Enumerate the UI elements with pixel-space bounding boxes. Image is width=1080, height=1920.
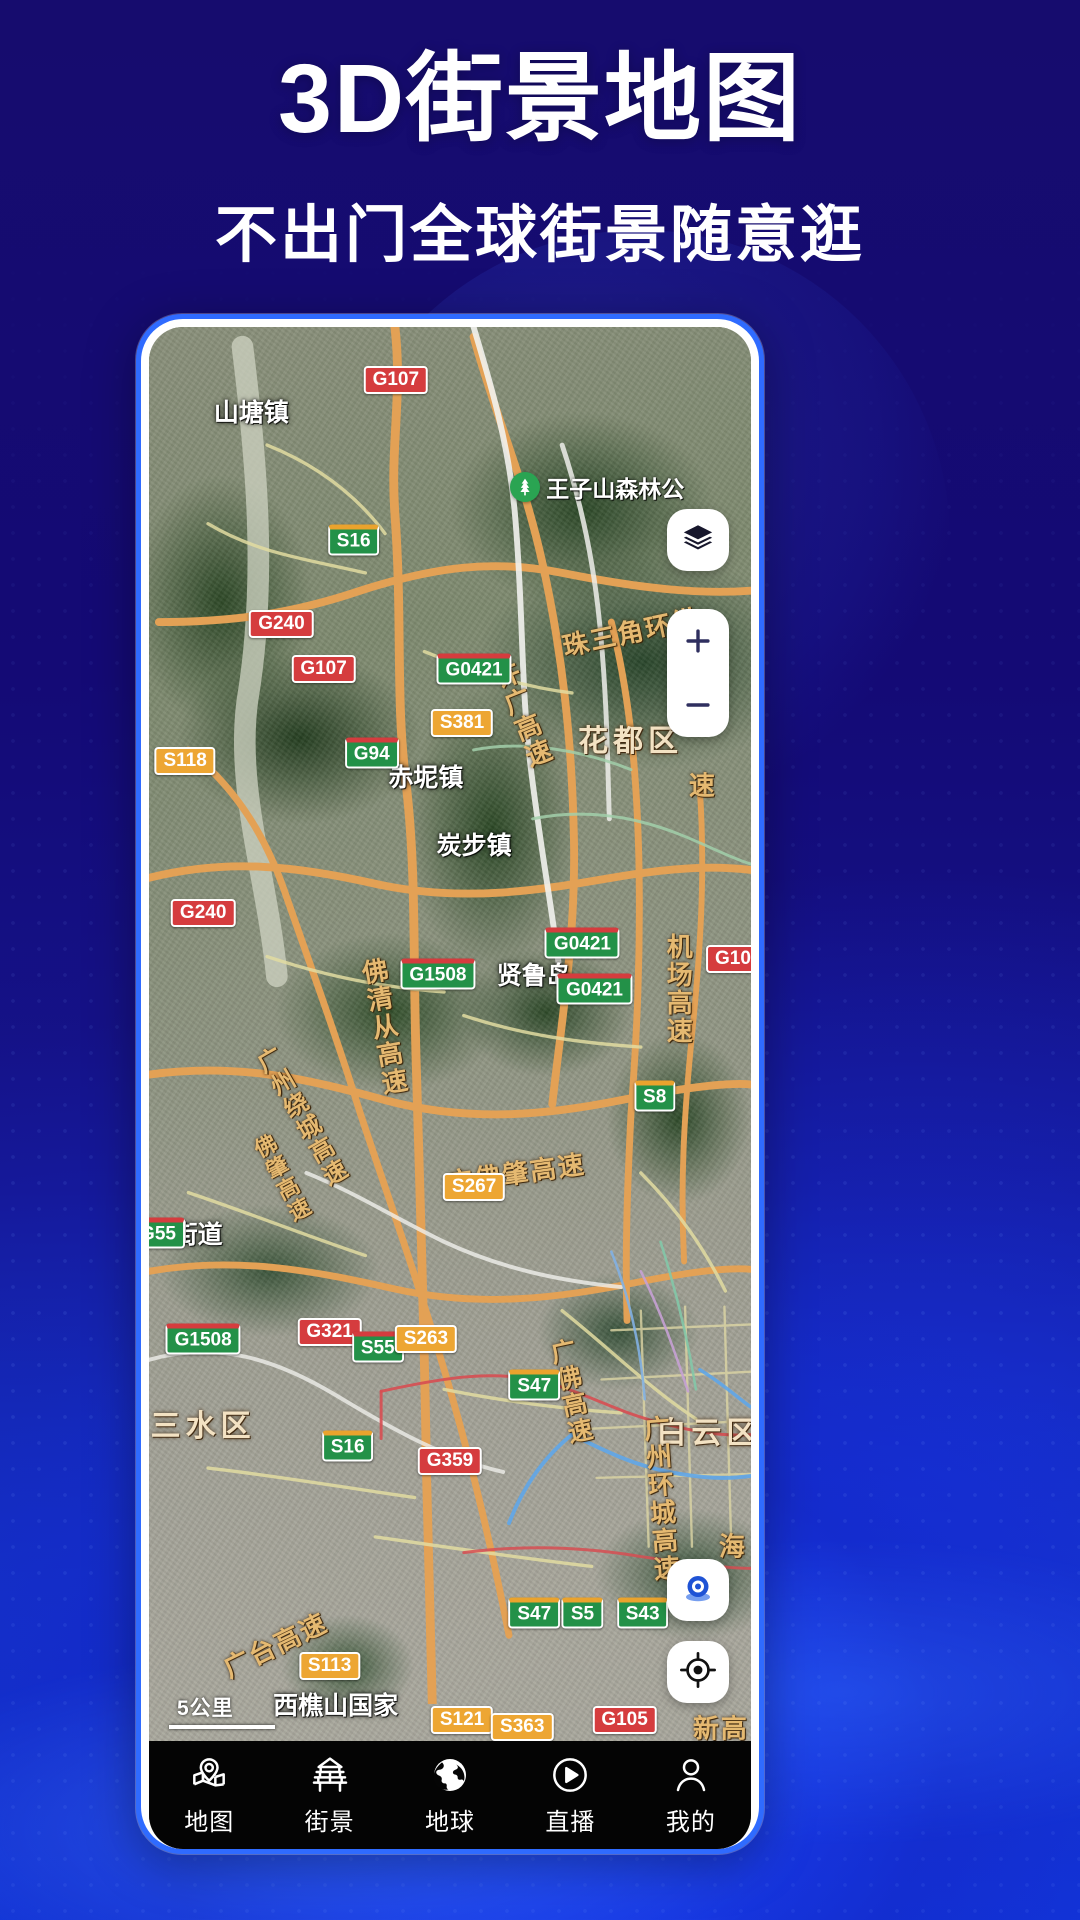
zoom-controls[interactable] — [667, 609, 729, 737]
route-shield: G107 — [363, 366, 429, 395]
person-icon — [670, 1754, 712, 1796]
zoom-out-button[interactable] — [667, 673, 729, 737]
route-shield: S118 — [154, 746, 216, 775]
street-view-camera-icon — [678, 1568, 718, 1613]
scale-line — [169, 1725, 275, 1729]
app-screen: 山塘镇赤坭镇炭步镇贤鲁岛海街道西樵山国家地质公园花都区三水区白云区高明区珠三角环… — [149, 327, 751, 1849]
page-subtitle: 不出门全球街景随意逛 — [214, 200, 865, 270]
locate-button[interactable] — [667, 1641, 729, 1703]
route-shield: S113 — [298, 1652, 361, 1681]
route-shield: G359 — [417, 1446, 483, 1475]
poi-label: 王子山森林公 — [546, 475, 685, 502]
nav-item-label: 我的 — [665, 1808, 716, 1836]
nav-item-我的[interactable]: 我的 — [631, 1754, 751, 1837]
route-shield: G240 — [249, 609, 314, 638]
route-shield: G105 — [592, 1705, 657, 1734]
route-shield: G0421 — [544, 927, 620, 959]
pagoda-icon — [309, 1754, 351, 1796]
route-shield: G0421 — [436, 653, 512, 685]
route-shield: S8 — [634, 1080, 676, 1112]
bottom-navigation[interactable]: 地图 街景 地球 直播 我的 — [149, 1741, 751, 1849]
poi-wangzishan-forest-park[interactable]: 王子山森林公 — [510, 470, 684, 504]
map-roads — [149, 327, 751, 1705]
route-shield: S363 — [491, 1713, 554, 1742]
layers-icon — [681, 521, 715, 560]
satellite-map[interactable]: 山塘镇赤坭镇炭步镇贤鲁岛海街道西樵山国家地质公园花都区三水区白云区高明区珠三角环… — [149, 327, 751, 1849]
route-shield: G1508 — [165, 1323, 241, 1355]
promo-headings: 3D街景地图 不出门全球街景随意逛 — [0, 0, 1080, 274]
globe-icon — [429, 1754, 471, 1796]
tree-icon — [510, 471, 541, 502]
route-shield: S5 — [561, 1597, 604, 1629]
route-shield: G240 — [170, 898, 236, 927]
route-shield: S381 — [430, 708, 494, 737]
route-shield: S47 — [508, 1369, 561, 1401]
zoom-in-button[interactable] — [667, 609, 729, 673]
play-circle-icon — [549, 1754, 591, 1796]
nav-item-label: 街景 — [304, 1808, 355, 1836]
route-shield: S16 — [321, 1430, 374, 1462]
route-shield: S267 — [442, 1172, 506, 1201]
scale-label: 5公里 — [177, 1697, 234, 1720]
phone-mockup: 山塘镇赤坭镇炭步镇贤鲁岛海街道西樵山国家地质公园花都区三水区白云区高明区珠三角环… — [136, 314, 764, 1854]
nav-item-label: 直播 — [545, 1808, 596, 1836]
nav-item-label: 地图 — [184, 1808, 235, 1836]
route-shield: S43 — [616, 1597, 669, 1629]
nav-item-直播[interactable]: 直播 — [510, 1754, 630, 1837]
route-shield: G0421 — [556, 973, 632, 1005]
nav-item-街景[interactable]: 街景 — [269, 1754, 389, 1837]
layers-button[interactable] — [667, 509, 729, 571]
route-shield: S47 — [508, 1597, 561, 1629]
nav-item-地球[interactable]: 地球 — [390, 1754, 510, 1837]
route-shield: S121 — [430, 1705, 494, 1734]
map-pin-icon — [188, 1754, 230, 1796]
route-shield: G107 — [291, 655, 356, 684]
route-shield: G1508 — [400, 958, 476, 990]
route-shield: S263 — [394, 1325, 458, 1354]
nav-item-label: 地球 — [425, 1808, 476, 1836]
map-scale-bar: 5公里 — [169, 1692, 275, 1729]
phone-bezel: 山塘镇赤坭镇炭步镇贤鲁岛海街道西樵山国家地质公园花都区三水区白云区高明区珠三角环… — [141, 319, 759, 1849]
nav-item-地图[interactable]: 地图 — [149, 1754, 269, 1837]
route-shield: G55 — [149, 1217, 185, 1249]
page-title: 3D街景地图 — [278, 44, 802, 153]
route-shield: G10 — [705, 944, 751, 973]
route-shield: S16 — [327, 524, 380, 556]
street-view-button[interactable] — [667, 1559, 729, 1621]
route-shield: G94 — [344, 737, 399, 769]
locate-crosshair-icon — [679, 1651, 717, 1694]
